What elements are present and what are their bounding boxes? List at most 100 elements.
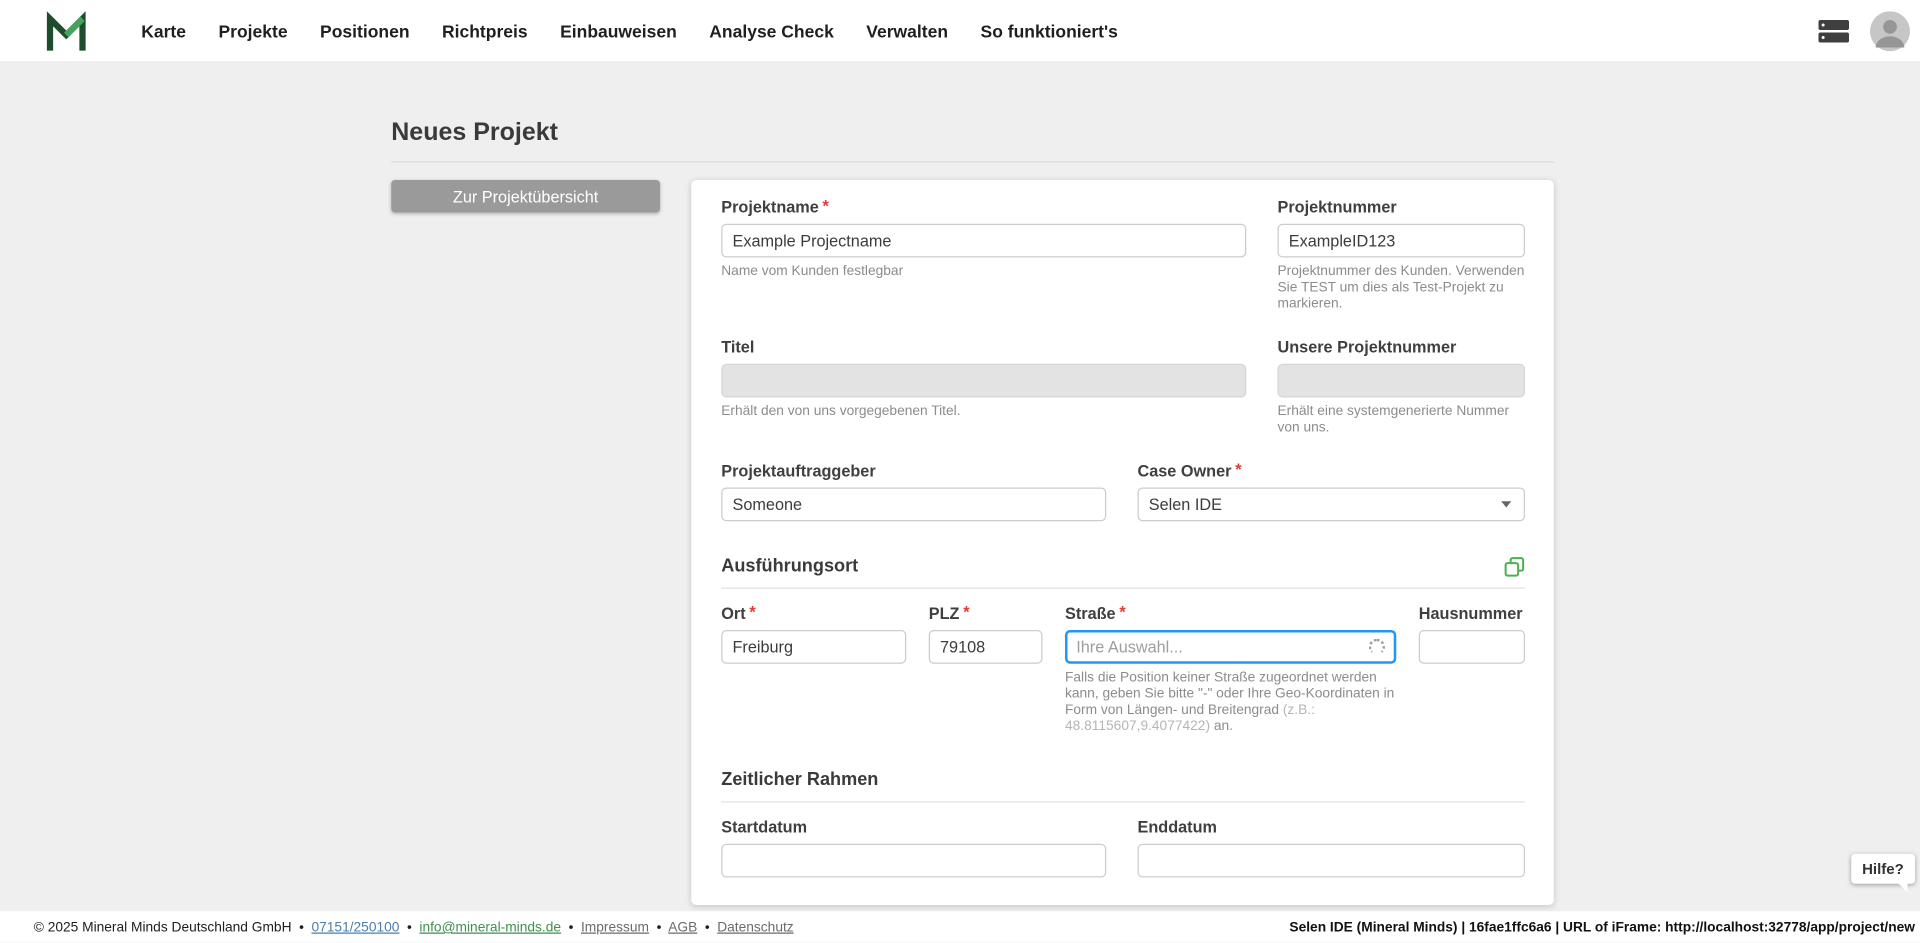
unsere-projektnummer-label-text: Unsere Projektnummer	[1278, 338, 1457, 357]
titel-label-text: Titel	[721, 338, 754, 357]
footer-agb-link[interactable]: AGB	[668, 920, 697, 935]
back-to-project-overview-button[interactable]: Zur Projektübersicht	[391, 180, 660, 213]
title-divider	[391, 161, 1554, 162]
field-ort: Ort*	[721, 604, 906, 735]
plz-label: PLZ*	[929, 604, 1043, 623]
projektauftraggeber-label: Projektauftraggeber	[721, 461, 1106, 480]
field-unsere-projektnummer: Unsere Projektnummer Erhält eine systemg…	[1278, 338, 1526, 437]
nav-item-verwalten[interactable]: Verwalten	[866, 21, 948, 41]
projektname-helper: Name vom Kunden festlegbar	[721, 264, 1246, 280]
enddatum-label-text: Enddatum	[1138, 818, 1217, 837]
required-asterisk: *	[963, 603, 969, 622]
main-nav: Karte Projekte Positionen Richtpreis Ein…	[141, 0, 1118, 61]
section-divider	[721, 588, 1525, 589]
plz-input[interactable]	[929, 630, 1043, 664]
field-strasse: Straße* Falls die Position keiner Straße…	[1065, 604, 1396, 735]
main-content: Neues Projekt Zur Projektübersicht Proje…	[0, 63, 1920, 912]
session-details: (Mineral Minds) | 16fae1ffc6a6 | URL of …	[1353, 920, 1915, 935]
nav-item-projekte[interactable]: Projekte	[218, 21, 287, 41]
section-ausfuehrungsort-header: Ausführungsort	[721, 556, 1525, 577]
field-enddatum: Enddatum	[1138, 818, 1526, 878]
footer-impressum-link[interactable]: Impressum	[581, 920, 649, 935]
case-owner-label: Case Owner*	[1138, 461, 1526, 480]
field-case-owner: Case Owner* Selen IDE	[1138, 461, 1526, 521]
footer-left: © 2025 Mineral Minds Deutschland GmbH • …	[34, 920, 794, 935]
nav-item-so-funktionierts[interactable]: So funktioniert's	[981, 21, 1118, 41]
copy-address-button[interactable]	[1504, 556, 1525, 577]
projektname-label: Projektname*	[721, 198, 1246, 217]
projektnummer-label-text: Projektnummer	[1278, 198, 1397, 217]
form-row-address: Ort* PLZ* Straße*	[721, 604, 1525, 735]
form-row-titel-nummer: Titel Erhält den von uns vorgegebenen Ti…	[721, 338, 1525, 437]
help-button[interactable]: Hilfe?	[1851, 854, 1915, 884]
projektname-label-text: Projektname	[721, 198, 819, 217]
hausnummer-label: Hausnummer	[1419, 604, 1525, 623]
footer: © 2025 Mineral Minds Deutschland GmbH • …	[0, 912, 1920, 943]
navbar-right	[1818, 0, 1911, 61]
hausnummer-label-text: Hausnummer	[1419, 604, 1523, 623]
field-projektnummer: Projektnummer Projektnummer des Kunden. …	[1278, 198, 1526, 313]
titel-input	[721, 364, 1246, 398]
section-divider	[721, 801, 1525, 802]
strasse-helper-end: an.	[1214, 719, 1233, 734]
field-hausnummer: Hausnummer	[1419, 604, 1525, 735]
unsere-projektnummer-label: Unsere Projektnummer	[1278, 338, 1526, 357]
case-owner-select[interactable]: Selen IDE	[1138, 488, 1526, 522]
field-projektname: Projektname* Name vom Kunden festlegbar	[721, 198, 1246, 313]
nav-item-einbauweisen[interactable]: Einbauweisen	[560, 21, 677, 41]
projektname-input[interactable]	[721, 224, 1246, 258]
strasse-label: Straße*	[1065, 604, 1396, 623]
user-avatar[interactable]	[1870, 11, 1910, 51]
startdatum-label-text: Startdatum	[721, 818, 807, 837]
app-logo[interactable]	[45, 10, 88, 53]
page-title: Neues Projekt	[391, 119, 1554, 148]
ort-input[interactable]	[721, 630, 906, 664]
separator-dot: •	[705, 920, 710, 935]
nav-item-positionen[interactable]: Positionen	[320, 21, 409, 41]
form-row-auftraggeber-owner: Projektauftraggeber Case Owner* Selen ID…	[721, 461, 1525, 521]
unsere-projektnummer-helper: Erhält eine systemgenerierte Nummer von …	[1278, 404, 1526, 437]
projektnummer-label: Projektnummer	[1278, 198, 1526, 217]
projektauftraggeber-input[interactable]	[721, 488, 1106, 522]
required-asterisk: *	[823, 196, 829, 215]
section-zeitlicher-rahmen-header: Zeitlicher Rahmen	[721, 770, 1525, 791]
enddatum-input[interactable]	[1138, 844, 1526, 878]
enddatum-label: Enddatum	[1138, 818, 1526, 837]
footer-datenschutz-link[interactable]: Datenschutz	[717, 920, 793, 935]
case-owner-selected-value: Selen IDE	[1149, 495, 1222, 514]
session-info: Selen IDE (Mineral Minds) | 16fae1ffc6a6…	[1289, 920, 1915, 935]
form-row-dates: Startdatum Enddatum	[721, 818, 1525, 878]
section-ausfuehrungsort-title: Ausführungsort	[721, 556, 858, 577]
ort-label-text: Ort	[721, 604, 745, 623]
field-plz: PLZ*	[929, 604, 1043, 735]
footer-phone-link[interactable]: 07151/250100	[311, 920, 399, 935]
strasse-input-wrap	[1065, 630, 1396, 664]
copyright-text: © 2025 Mineral Minds Deutschland GmbH	[34, 920, 292, 935]
strasse-label-text: Straße	[1065, 604, 1116, 623]
section-zeitlicher-rahmen-title: Zeitlicher Rahmen	[721, 770, 878, 791]
required-asterisk: *	[1119, 603, 1125, 622]
projektnummer-input[interactable]	[1278, 224, 1526, 258]
copy-icon	[1504, 556, 1525, 577]
nav-item-analyse-check[interactable]: Analyse Check	[709, 21, 834, 41]
server-icon[interactable]	[1818, 18, 1851, 43]
required-asterisk: *	[1235, 460, 1241, 479]
footer-email-link[interactable]: info@mineral-minds.de	[419, 920, 561, 935]
startdatum-label: Startdatum	[721, 818, 1106, 837]
projektauftraggeber-label-text: Projektauftraggeber	[721, 461, 875, 480]
field-titel: Titel Erhält den von uns vorgegebenen Ti…	[721, 338, 1246, 437]
ort-label: Ort*	[721, 604, 906, 623]
startdatum-input[interactable]	[721, 844, 1106, 878]
strasse-helper: Falls die Position keiner Straße zugeord…	[1065, 670, 1396, 735]
nav-item-richtpreis[interactable]: Richtpreis	[442, 21, 528, 41]
hausnummer-input[interactable]	[1419, 630, 1525, 664]
separator-dot: •	[657, 920, 662, 935]
navbar: Karte Projekte Positionen Richtpreis Ein…	[0, 0, 1920, 63]
titel-label: Titel	[721, 338, 1246, 357]
nav-item-karte[interactable]: Karte	[141, 21, 186, 41]
project-form-card: Projektname* Name vom Kunden festlegbar …	[691, 180, 1554, 905]
field-projektauftraggeber: Projektauftraggeber	[721, 461, 1106, 521]
chevron-down-icon	[1501, 501, 1511, 507]
strasse-input[interactable]	[1065, 630, 1396, 664]
separator-dot: •	[569, 920, 574, 935]
